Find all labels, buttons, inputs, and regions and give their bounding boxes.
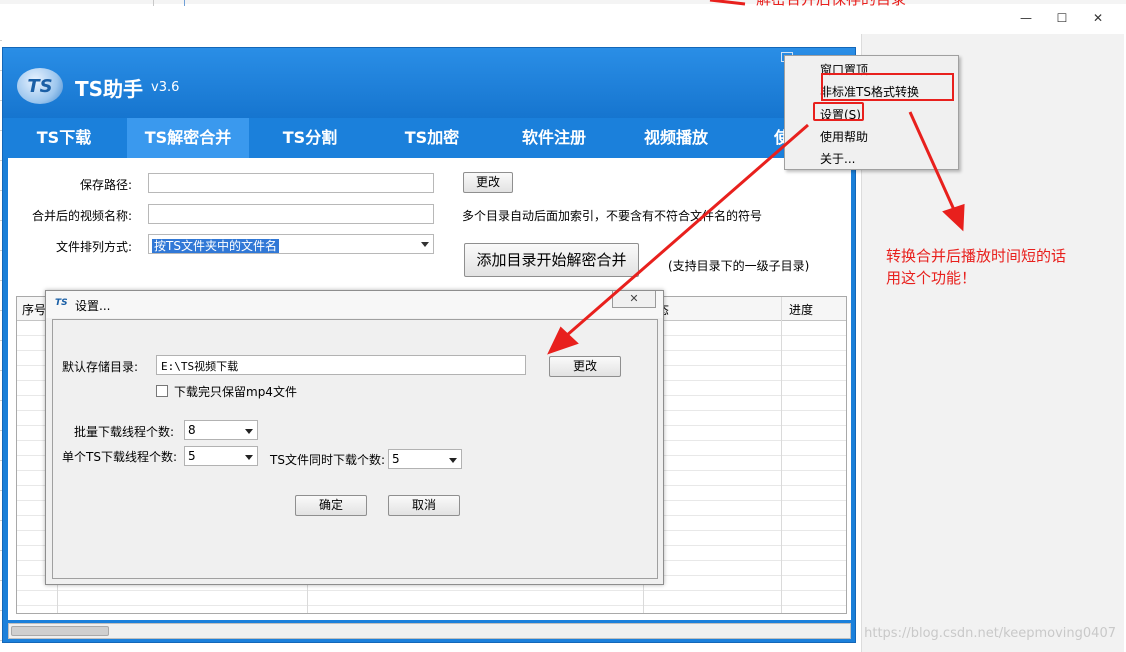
annotation-arrow-line (908, 111, 957, 213)
annotation-arrow-line (709, 0, 746, 6)
annotation-arrowhead (942, 203, 965, 232)
annotation-arrows (547, 0, 965, 355)
annotation-arrow-line (565, 123, 809, 338)
watermark: https://blog.csdn.net/keepmoving0407 (864, 626, 1116, 641)
